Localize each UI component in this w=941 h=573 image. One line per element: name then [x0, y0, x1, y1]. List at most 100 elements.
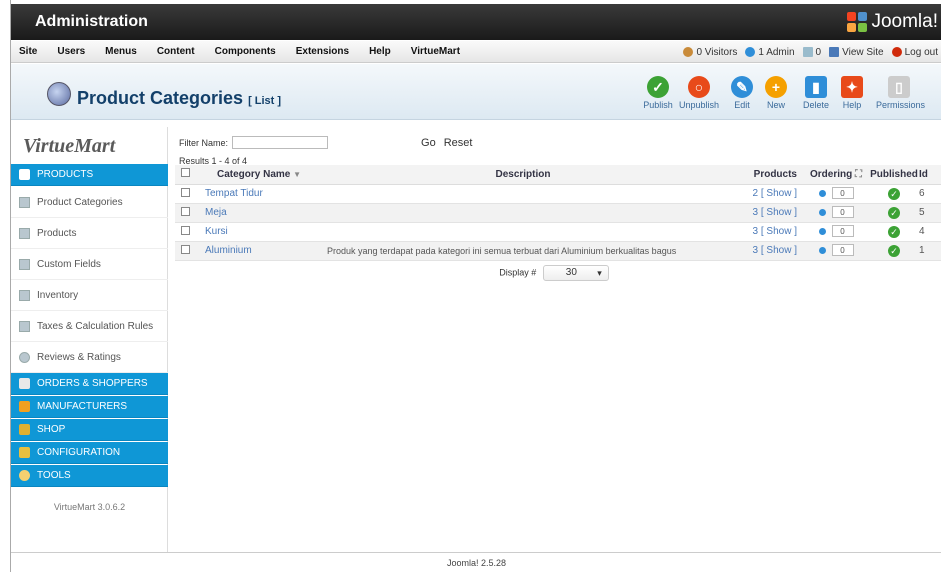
row-checkbox[interactable] — [180, 244, 190, 254]
ordering-input[interactable]: 0 — [831, 244, 854, 257]
products-show-link[interactable]: 3 [ Show ] — [753, 226, 797, 237]
filter-label: Filter Name: — [179, 137, 229, 148]
sidebar-item-taxes[interactable]: Taxes & Calculation Rules — [11, 311, 168, 342]
column-published[interactable]: Published — [869, 165, 919, 185]
column-category-name[interactable]: Category Name ▼ — [195, 165, 323, 185]
order-arrow-icon[interactable] — [818, 227, 826, 235]
page-toolbar: Product Categories [ List ] ✓ Publish ○ Un… — [11, 64, 941, 120]
category-name-link[interactable]: Aluminium — [205, 245, 252, 256]
messages-status[interactable]: 0 — [802, 47, 821, 58]
joomla-brand-text: Joomla! — [871, 11, 938, 32]
published-icon[interactable]: ✓ — [888, 206, 900, 219]
products-show-link[interactable]: 2 [ Show ] — [753, 188, 797, 199]
menu-extensions[interactable]: Extensions — [286, 46, 359, 57]
menu-content[interactable]: Content — [147, 46, 205, 57]
order-arrow-icon[interactable] — [818, 189, 826, 197]
category-id: 5 — [919, 203, 941, 223]
permissions-icon: ▯ — [888, 76, 910, 98]
ordering-control: 0 — [818, 225, 854, 238]
permissions-button[interactable]: ▯ Permissions — [876, 76, 925, 110]
row-checkbox[interactable] — [180, 206, 190, 216]
go-button[interactable]: Go — [418, 137, 439, 149]
categories-icon — [19, 196, 30, 208]
menu-help[interactable]: Help — [359, 46, 401, 57]
menu-virtuemart[interactable]: VirtueMart — [401, 46, 470, 57]
publish-button[interactable]: ✓ Publish — [635, 76, 681, 110]
logout-link[interactable]: Log out — [891, 47, 938, 58]
published-icon[interactable]: ✓ — [888, 225, 900, 238]
sidebar-header-orders[interactable]: ORDERS & SHOPPERS — [11, 373, 168, 395]
footer: Joomla! 2.5.28 — [11, 552, 941, 572]
ordering-control: 0 — [818, 244, 854, 257]
category-id: 6 — [919, 184, 941, 204]
sidebar-item-products[interactable]: Products — [11, 218, 168, 249]
row-checkbox[interactable] — [180, 225, 190, 235]
products-show-link[interactable]: 3 [ Show ] — [753, 245, 797, 256]
publish-icon: ✓ — [647, 76, 669, 98]
sidebar-item-inventory[interactable]: Inventory — [11, 280, 168, 311]
help-button[interactable]: ✦ Help — [829, 76, 875, 110]
products-show-link[interactable]: 3 [ Show ] — [753, 207, 797, 218]
category-name-link[interactable]: Kursi — [205, 226, 228, 237]
display-label: Display # — [499, 267, 537, 278]
sidebar-header-tools[interactable]: TOOLS — [11, 465, 168, 487]
admin-status[interactable]: 1 Admin — [745, 47, 795, 58]
sidebar-header-configuration[interactable]: CONFIGURATION — [11, 442, 168, 464]
sidebar-item-product-categories[interactable]: Product Categories — [11, 187, 168, 218]
reviews-icon — [19, 351, 30, 363]
monitor-icon — [829, 47, 840, 57]
main-menu: Site Users Menus Content Components Exte… — [11, 41, 941, 63]
column-id[interactable]: Id — [919, 165, 941, 185]
category-name-link[interactable]: Meja — [205, 207, 227, 218]
order-arrow-icon[interactable] — [818, 246, 826, 254]
help-icon: ✦ — [841, 76, 863, 98]
category-description — [323, 184, 723, 204]
ordering-input[interactable]: 0 — [831, 225, 854, 238]
admin-icon — [745, 47, 756, 57]
menu-menus[interactable]: Menus — [95, 46, 147, 57]
published-icon[interactable]: ✓ — [888, 244, 900, 257]
inventory-icon — [19, 289, 30, 301]
filter-bar: Filter Name: Go Reset — [179, 136, 475, 149]
sidebar-header-shop[interactable]: SHOP — [11, 419, 168, 441]
save-order-icon[interactable]: ⛶ — [855, 169, 862, 180]
menu-users[interactable]: Users — [47, 46, 95, 57]
page-subtitle: [ List ] — [248, 95, 282, 107]
published-icon[interactable]: ✓ — [888, 187, 900, 200]
table-row: Meja 3 [ Show ] 0 ✓ 5 — [175, 203, 941, 223]
products-list-icon — [19, 227, 30, 239]
table-row: Kursi 3 [ Show ] 0 ✓ 4 — [175, 222, 941, 242]
order-arrow-icon[interactable] — [818, 208, 826, 216]
sidebar-header-products[interactable]: PRODUCTS — [11, 164, 168, 186]
taxes-icon — [19, 320, 30, 332]
column-ordering[interactable]: Ordering ⛶ — [803, 165, 869, 185]
sidebar-item-reviews[interactable]: Reviews & Ratings — [11, 342, 168, 373]
menu-components[interactable]: Components — [205, 46, 286, 57]
sidebar-header-manufacturers[interactable]: MANUFACTURERS — [11, 396, 168, 418]
column-products[interactable]: Products — [723, 165, 803, 185]
products-icon — [19, 169, 30, 180]
category-name-link[interactable]: Tempat Tidur — [205, 188, 263, 199]
ordering-input[interactable]: 0 — [831, 206, 854, 219]
custom-fields-icon — [19, 258, 30, 270]
unpublish-button[interactable]: ○ Unpublish — [676, 76, 722, 110]
orders-icon — [19, 378, 30, 389]
users-icon — [683, 47, 694, 57]
delete-icon: ▮ — [805, 76, 827, 98]
view-site-link[interactable]: View Site — [829, 47, 884, 58]
select-all-checkbox[interactable] — [180, 168, 190, 178]
reset-button[interactable]: Reset — [441, 137, 476, 149]
ordering-input[interactable]: 0 — [831, 187, 854, 200]
joomla-logo[interactable]: Joomla! — [847, 11, 938, 33]
row-checkbox[interactable] — [180, 187, 190, 197]
mail-icon — [802, 47, 813, 57]
tools-icon — [19, 470, 30, 481]
filter-name-input[interactable] — [232, 136, 329, 149]
ordering-control: 0 — [818, 187, 854, 200]
sidebar-item-custom-fields[interactable]: Custom Fields — [11, 249, 168, 280]
display-limit-select[interactable]: 30 — [542, 265, 609, 281]
column-description[interactable]: Description — [323, 165, 723, 185]
menu-site[interactable]: Site — [11, 46, 47, 57]
visitors-status[interactable]: 0 Visitors — [683, 47, 737, 58]
sort-icon: ▼ — [293, 169, 302, 179]
